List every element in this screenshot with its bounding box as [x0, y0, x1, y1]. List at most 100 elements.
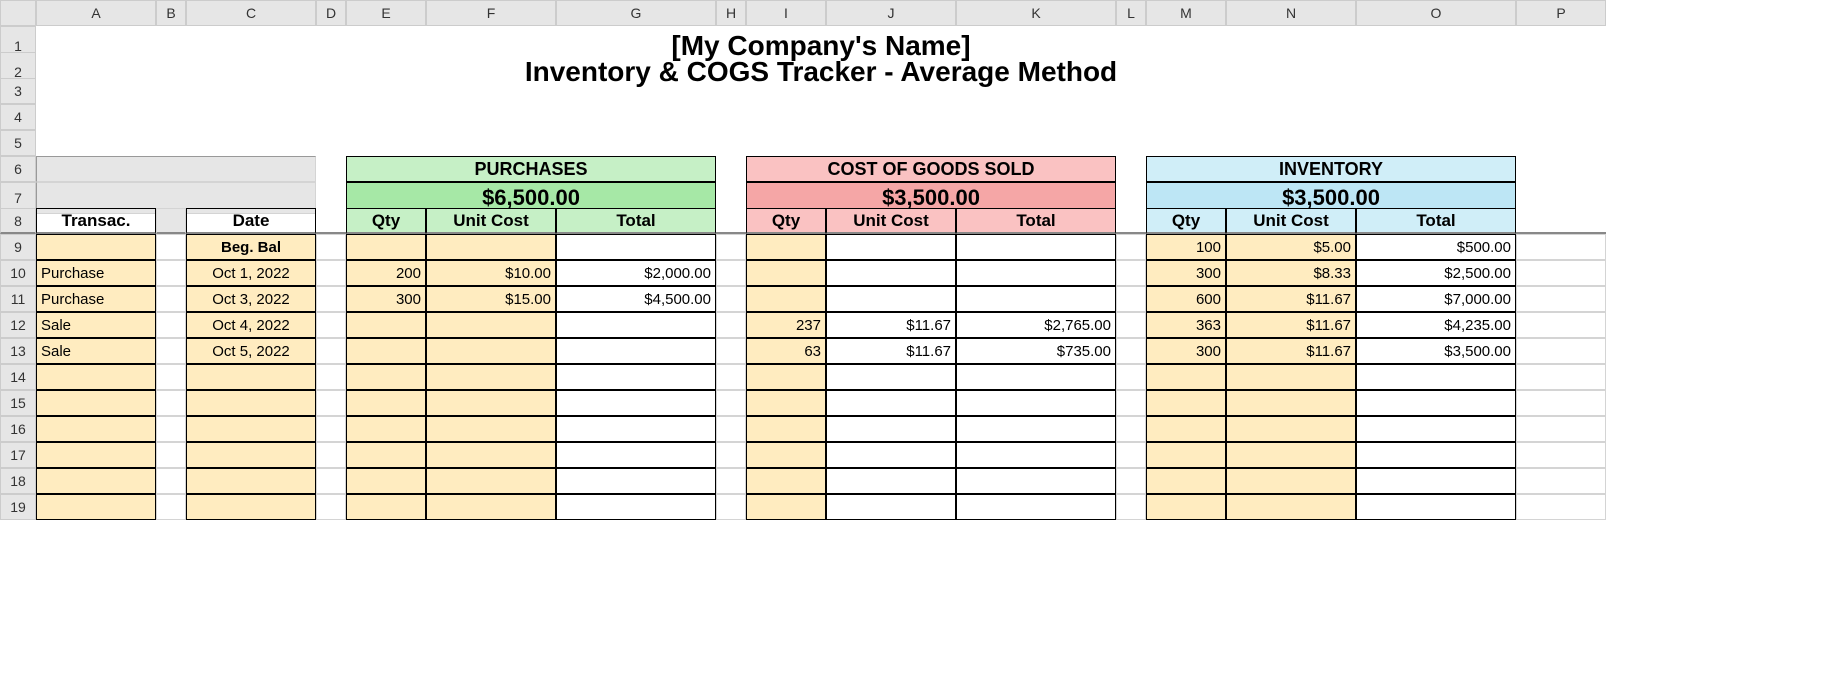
cell[interactable] — [1356, 494, 1516, 520]
cell[interactable] — [1356, 364, 1516, 390]
cell-c-tot[interactable] — [956, 234, 1116, 260]
cell-p-qty[interactable]: 200 — [346, 260, 426, 286]
cell[interactable] — [956, 416, 1116, 442]
cell[interactable] — [746, 364, 826, 390]
cell-i-qty[interactable]: 600 — [1146, 286, 1226, 312]
cell[interactable] — [346, 494, 426, 520]
row-header-4[interactable]: 4 — [0, 104, 36, 130]
cell-c-qty[interactable] — [746, 286, 826, 312]
cell[interactable] — [556, 442, 716, 468]
cell-p-qty[interactable] — [346, 338, 426, 364]
cell[interactable] — [556, 364, 716, 390]
cell[interactable] — [36, 494, 156, 520]
cell-p-qty[interactable] — [346, 234, 426, 260]
cell-p-tot[interactable] — [556, 312, 716, 338]
row-header-17[interactable]: 17 — [0, 442, 36, 468]
row-header-16[interactable]: 16 — [0, 416, 36, 442]
cell-i-uc[interactable]: $11.67 — [1226, 286, 1356, 312]
cell-c-uc[interactable] — [826, 234, 956, 260]
cell[interactable] — [1226, 442, 1356, 468]
cell[interactable] — [746, 468, 826, 494]
cell[interactable] — [186, 364, 316, 390]
cell-date[interactable]: Oct 3, 2022 — [186, 286, 316, 312]
cell-p-uc[interactable]: $10.00 — [426, 260, 556, 286]
cell-date[interactable]: Beg. Bal — [186, 234, 316, 260]
cell[interactable] — [826, 364, 956, 390]
cell[interactable] — [826, 390, 956, 416]
cell[interactable] — [346, 390, 426, 416]
cell[interactable] — [1356, 442, 1516, 468]
cell[interactable] — [1146, 390, 1226, 416]
cell-c-tot[interactable] — [956, 286, 1116, 312]
cell[interactable] — [426, 364, 556, 390]
cell-i-qty[interactable]: 300 — [1146, 260, 1226, 286]
row-header-9[interactable]: 9 — [0, 234, 36, 260]
cell[interactable] — [1226, 390, 1356, 416]
cell[interactable] — [346, 364, 426, 390]
cell-date[interactable]: Oct 4, 2022 — [186, 312, 316, 338]
cell-date[interactable]: Oct 1, 2022 — [186, 260, 316, 286]
cell-p-tot[interactable] — [556, 234, 716, 260]
cell-p-tot[interactable]: $4,500.00 — [556, 286, 716, 312]
spreadsheet-grid[interactable]: A B C D E F G H I J K L M N O P 1 [My Co… — [0, 0, 1845, 520]
row-header-5[interactable]: 5 — [0, 130, 36, 156]
cell[interactable] — [346, 416, 426, 442]
cell-i-tot[interactable]: $4,235.00 — [1356, 312, 1516, 338]
cell-c-qty[interactable]: 237 — [746, 312, 826, 338]
cell[interactable] — [1226, 494, 1356, 520]
cell-c-tot[interactable]: $735.00 — [956, 338, 1116, 364]
cell-p-tot[interactable]: $2,000.00 — [556, 260, 716, 286]
cell-i-tot[interactable]: $2,500.00 — [1356, 260, 1516, 286]
cell[interactable] — [556, 494, 716, 520]
row-header-8[interactable]: 8 — [0, 208, 36, 234]
row-header-19[interactable]: 19 — [0, 494, 36, 520]
cell[interactable] — [1356, 468, 1516, 494]
cell-transac[interactable]: Purchase — [36, 260, 156, 286]
col-header-C[interactable]: C — [186, 0, 316, 26]
cell[interactable] — [346, 442, 426, 468]
cell[interactable] — [1356, 390, 1516, 416]
cell[interactable] — [36, 442, 156, 468]
cell[interactable] — [556, 390, 716, 416]
col-header-F[interactable]: F — [426, 0, 556, 26]
col-header-O[interactable]: O — [1356, 0, 1516, 26]
col-header-P[interactable]: P — [1516, 0, 1606, 26]
cell[interactable] — [746, 390, 826, 416]
cell[interactable] — [36, 364, 156, 390]
row-header-11[interactable]: 11 — [0, 286, 36, 312]
cell[interactable] — [746, 416, 826, 442]
cell[interactable] — [746, 494, 826, 520]
cell-transac[interactable]: Purchase — [36, 286, 156, 312]
cell[interactable] — [1146, 494, 1226, 520]
col-header-N[interactable]: N — [1226, 0, 1356, 26]
cell[interactable] — [426, 468, 556, 494]
cell[interactable] — [186, 442, 316, 468]
cell-transac[interactable]: Sale — [36, 338, 156, 364]
cell[interactable] — [346, 468, 426, 494]
col-header-H[interactable]: H — [716, 0, 746, 26]
col-header-E[interactable]: E — [346, 0, 426, 26]
row-header-10[interactable]: 10 — [0, 260, 36, 286]
col-header-J[interactable]: J — [826, 0, 956, 26]
cell[interactable] — [426, 442, 556, 468]
cell[interactable] — [1356, 416, 1516, 442]
row-header-13[interactable]: 13 — [0, 338, 36, 364]
cell-i-uc[interactable]: $11.67 — [1226, 338, 1356, 364]
cell-date[interactable]: Oct 5, 2022 — [186, 338, 316, 364]
cell[interactable] — [36, 468, 156, 494]
cell-p-uc[interactable]: $15.00 — [426, 286, 556, 312]
cell[interactable] — [186, 416, 316, 442]
cell-i-uc[interactable]: $5.00 — [1226, 234, 1356, 260]
col-header-D[interactable]: D — [316, 0, 346, 26]
col-header-K[interactable]: K — [956, 0, 1116, 26]
cell[interactable] — [826, 442, 956, 468]
row-header-18[interactable]: 18 — [0, 468, 36, 494]
cell-p-uc[interactable] — [426, 234, 556, 260]
col-header-B[interactable]: B — [156, 0, 186, 26]
cell[interactable] — [956, 494, 1116, 520]
cell[interactable] — [956, 442, 1116, 468]
cell-p-uc[interactable] — [426, 312, 556, 338]
cell-transac[interactable] — [36, 234, 156, 260]
cell[interactable] — [186, 494, 316, 520]
cell[interactable] — [1226, 468, 1356, 494]
